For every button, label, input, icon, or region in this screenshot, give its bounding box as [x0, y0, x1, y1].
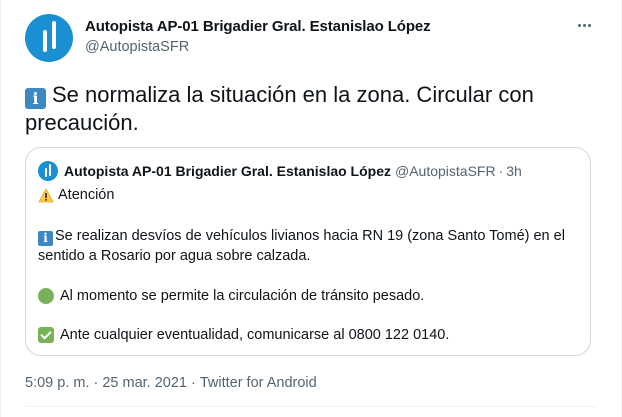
separator: ·: [498, 163, 504, 179]
warning-line: Atención: [38, 185, 114, 205]
tweet: Autopista AP-01 Brigadier Gral. Estanisl…: [0, 0, 622, 417]
tweet-time-link[interactable]: 5:09 p. m.: [25, 375, 89, 391]
warning-text: Atención: [58, 187, 115, 203]
quoted-paragraph: i Se realizan desvíos de vehículos livian…: [38, 226, 583, 266]
tweet-meta: 5:09 p. m. · 25 mar. 2021 · Twitter for Andr…: [25, 375, 317, 391]
check-mark-icon: [38, 327, 54, 343]
warning-icon: [38, 188, 54, 203]
more-dots-icon: [577, 23, 581, 27]
green-line-text: Al momento se permite la circulación de …: [60, 288, 425, 304]
quoted-author-avatar: [38, 161, 58, 181]
quoted-time: 3h: [506, 163, 522, 179]
green-circle-icon: [38, 288, 54, 304]
green-line: Al momento se permite la circulación de …: [38, 286, 424, 306]
tweet-date-link[interactable]: 25 mar. 2021: [102, 375, 187, 391]
check-line-text: Ante cualquier eventualidad, comunicarse…: [60, 327, 450, 343]
divider: [25, 406, 597, 407]
author-handle[interactable]: @AutopistaSFR: [85, 39, 189, 55]
tweet-text: i Se normaliza la situación en la zona. C…: [25, 81, 585, 136]
tweet-body: Se normaliza la situación en la zona. Ci…: [25, 82, 534, 135]
separator: ·: [93, 375, 99, 391]
author-display-name[interactable]: Autopista AP-01 Brigadier Gral. Estanisl…: [85, 18, 431, 35]
check-line: Ante cualquier eventualidad, comunicarse…: [38, 325, 449, 345]
information-icon: i: [38, 231, 53, 246]
quoted-tweet[interactable]: Autopista AP-01 Brigadier Gral. Estanisl…: [25, 147, 591, 356]
author-avatar[interactable]: [25, 14, 73, 62]
quoted-tweet-header: Autopista AP-01 Brigadier Gral. Estanisl…: [38, 161, 522, 181]
more-options-button[interactable]: [573, 14, 595, 36]
information-icon: i: [25, 88, 46, 109]
quoted-paragraph-text: Se realizan desvíos de vehículos liviano…: [38, 228, 565, 264]
tweet-source-link[interactable]: Twitter for Android: [200, 375, 317, 391]
quoted-author-handle: @AutopistaSFR: [395, 163, 496, 179]
quoted-author-name: Autopista AP-01 Brigadier Gral. Estanisl…: [64, 163, 391, 179]
separator: ·: [190, 375, 196, 391]
